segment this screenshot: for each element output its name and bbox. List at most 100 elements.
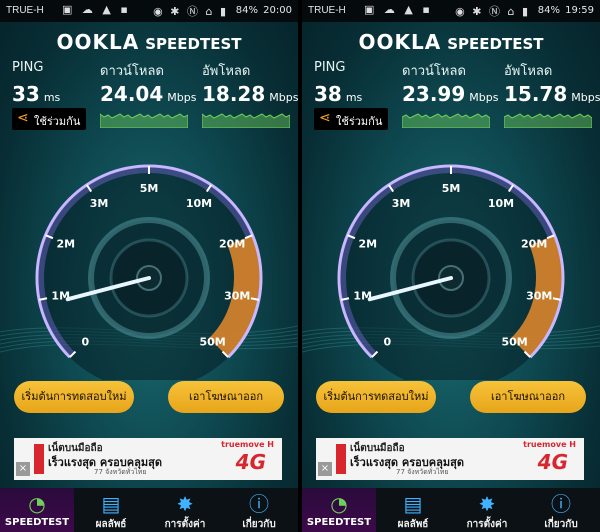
battery-label: 84%	[235, 5, 258, 16]
ookla-logo: OOKLA SPEEDTEST	[302, 30, 600, 54]
share-icon: ⋖	[319, 110, 331, 126]
upload-number: 18.28	[202, 82, 266, 106]
gauge-tick-label: 0	[82, 336, 90, 349]
ping-unit: ms	[43, 91, 61, 104]
gauge-tick-label: 10M	[186, 197, 212, 210]
close-icon[interactable]: ×	[16, 462, 30, 476]
upload-sparkline	[202, 113, 290, 128]
folder-icon: ▤	[101, 492, 121, 516]
logo-speedtest: SPEEDTEST	[447, 35, 544, 53]
carrier-label: TRUE-H	[6, 5, 44, 16]
nav-item-2[interactable]: ✸ การตั้งค่า	[450, 488, 524, 532]
nav-label: การตั้งค่า	[164, 519, 206, 530]
ad-line-3: 77 จังหวัดทั่วไทย	[94, 468, 147, 476]
share-icon: ⋖	[17, 110, 29, 126]
ping-label: PING	[314, 60, 346, 75]
upload-label: อัพโหลด	[504, 64, 553, 79]
remove-ads-button[interactable]: เอาโฆษณาออก	[470, 381, 586, 413]
upload-unit: Mbps	[269, 91, 298, 104]
notification-icons: ▣ ☁ ▲ ▪	[62, 3, 131, 16]
phone-screen: TRUE-H ▣ ☁ ▲ ▪ ◉ ✱ Ⓝ ⌂ ▮ 84% 19:59 OOKLA SPEED…	[302, 0, 600, 532]
share-button[interactable]: ⋖ ใช้ร่วมกัน	[314, 108, 388, 130]
ping-number: 33	[12, 82, 40, 106]
nav-label: ผลลัพธ์	[397, 519, 429, 530]
gauge-tick-label: 10M	[488, 197, 514, 210]
gauge-tick-label: 30M	[224, 290, 250, 303]
system-icons: ◉ ✱ Ⓝ ⌂ ▮	[455, 5, 530, 18]
nav-item-3[interactable]: ⓘ เกี่ยวกับ	[524, 488, 598, 532]
download-number: 24.04	[100, 82, 164, 106]
close-icon[interactable]: ×	[318, 462, 332, 476]
download-sparkline	[402, 113, 490, 128]
gauge-tick-label: 30M	[526, 290, 552, 303]
speed-gauge: 01M2M3M5M10M20M30M50M	[302, 164, 600, 380]
ping-unit: ms	[345, 91, 363, 104]
restart-test-button[interactable]: เริ่มต้นการทดสอบใหม่	[14, 381, 134, 413]
ookla-logo: OOKLA SPEEDTEST	[0, 30, 298, 54]
upload-label: อัพโหลด	[202, 64, 251, 79]
bottom-nav: ◔ SPEEDTEST ▤ ผลลัพธ์ ✸ การตั้งค่า ⓘ เกี่ยวกับ	[302, 488, 600, 532]
download-unit: Mbps	[469, 91, 499, 104]
logo-ookla: OOKLA	[56, 30, 140, 54]
clock: 19:59	[565, 5, 594, 16]
upload-sparkline	[504, 113, 592, 128]
nav-label: SPEEDTEST	[4, 517, 70, 528]
nav-label: SPEEDTEST	[306, 517, 372, 528]
nav-label: เกี่ยวกับ	[544, 519, 578, 530]
app-header: OOKLA SPEEDTEST	[302, 30, 600, 54]
gauge-tick-label: 5M	[442, 182, 461, 195]
download-value: 23.99 Mbps	[402, 82, 498, 106]
gear-icon: ✸	[176, 492, 194, 516]
info-icon: ⓘ	[551, 492, 571, 516]
battery-label: 84%	[537, 5, 560, 16]
gauge-tick-label: 20M	[521, 238, 547, 251]
download-label: ดาวน์โหลด	[100, 64, 164, 79]
notification-icons: ▣ ☁ ▲ ▪	[364, 3, 433, 16]
screenshot-pair: TRUE-H ▣ ☁ ▲ ▪ ◉ ✱ Ⓝ ⌂ ▮ 84% 20:00 OOKLA SPEED…	[0, 0, 600, 532]
gauge-tick-label: 50M	[502, 336, 528, 349]
carrier-label: TRUE-H	[308, 5, 346, 16]
gauge-tick-label: 5M	[140, 182, 159, 195]
upload-value: 15.78 Mbps	[504, 82, 600, 106]
nav-item-3[interactable]: ⓘ เกี่ยวกับ	[222, 488, 296, 532]
sparkline-area	[202, 113, 290, 128]
share-label: ใช้ร่วมกัน	[34, 115, 81, 128]
speedometer-icon: ◔	[330, 492, 348, 516]
upload-number: 15.78	[504, 82, 568, 106]
nav-label: ผลลัพธ์	[95, 519, 127, 530]
restart-test-button[interactable]: เริ่มต้นการทดสอบใหม่	[316, 381, 436, 413]
share-label: ใช้ร่วมกัน	[336, 115, 383, 128]
gear-icon: ✸	[478, 492, 496, 516]
ad-stripe	[336, 444, 346, 474]
nav-item-2[interactable]: ✸ การตั้งค่า	[148, 488, 222, 532]
download-number: 23.99	[402, 82, 466, 106]
gauge-tick-label: 2M	[57, 238, 76, 251]
ad-banner[interactable]: เน็ตบนมือถือ เร็วแรงสุด ครอบคลุมสุด 77 จัง…	[14, 438, 282, 480]
gauge-tick-label: 3M	[90, 197, 109, 210]
sparkline-area	[100, 113, 188, 128]
sparkline-area	[402, 113, 490, 128]
gauge-tick-label: 3M	[392, 197, 411, 210]
ping-value: 33 ms	[12, 82, 60, 106]
gauge-tick-label: 0	[384, 336, 392, 349]
clock: 20:00	[263, 5, 292, 16]
system-icons: ◉ ✱ Ⓝ ⌂ ▮	[153, 5, 228, 18]
upload-unit: Mbps	[571, 91, 600, 104]
nav-item-1[interactable]: ▤ ผลลัพธ์	[74, 488, 148, 532]
nav-label: การตั้งค่า	[466, 519, 508, 530]
logo-speedtest: SPEEDTEST	[145, 35, 242, 53]
nav-item-0[interactable]: ◔ SPEEDTEST	[0, 488, 74, 532]
download-sparkline	[100, 113, 188, 128]
ad-brand: truemove H	[221, 440, 274, 449]
remove-ads-button[interactable]: เอาโฆษณาออก	[168, 381, 284, 413]
ad-4g-badge: 4G	[235, 450, 266, 474]
nav-item-1[interactable]: ▤ ผลลัพธ์	[376, 488, 450, 532]
nav-label: เกี่ยวกับ	[242, 519, 276, 530]
share-button[interactable]: ⋖ ใช้ร่วมกัน	[12, 108, 86, 130]
nav-item-0[interactable]: ◔ SPEEDTEST	[302, 488, 376, 532]
folder-icon: ▤	[403, 492, 423, 516]
ad-banner[interactable]: เน็ตบนมือถือ เร็วแรงสุด ครอบคลุมสุด 77 จัง…	[316, 438, 584, 480]
gauge-tick-label: 50M	[200, 336, 226, 349]
download-label: ดาวน์โหลด	[402, 64, 466, 79]
ad-line-3: 77 จังหวัดทั่วไทย	[396, 468, 449, 476]
